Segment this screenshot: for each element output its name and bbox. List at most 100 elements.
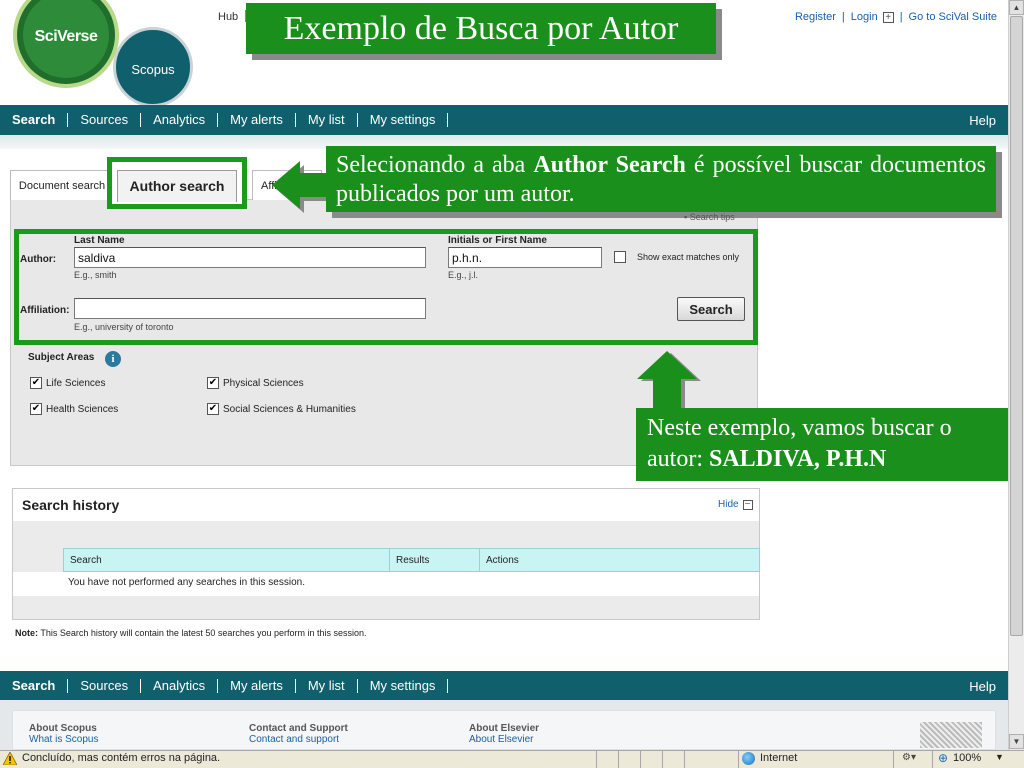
left-arrow-icon — [272, 161, 330, 213]
note-label: Note: — [15, 628, 38, 638]
scroll-down-icon[interactable]: ▼ — [1009, 734, 1024, 749]
divider — [738, 751, 739, 768]
footer-col-about-scopus: About Scopus What is Scopus — [29, 723, 98, 745]
exact-matches-checkbox[interactable] — [614, 251, 626, 263]
col-search: Search — [64, 549, 390, 571]
hide-history-link[interactable]: Hide − — [718, 499, 753, 510]
sciverse-logo[interactable]: SciVerse — [13, 0, 119, 88]
note-text: This Search history will contain the lat… — [38, 628, 367, 638]
scopus-logo-text: Scopus — [131, 62, 175, 77]
footer-col3-link[interactable]: About Elsevier — [469, 734, 539, 745]
footer-nav-sources[interactable]: Sources — [68, 679, 142, 693]
divider — [684, 751, 685, 768]
expand-plus-icon[interactable]: + — [882, 11, 894, 23]
tab-document-label: Document search — [18, 179, 106, 192]
footer-col1-link[interactable]: What is Scopus — [29, 734, 98, 745]
scopus-logo[interactable]: Scopus — [113, 27, 193, 107]
zone-label: Internet — [760, 752, 798, 764]
life-sciences-checkbox[interactable]: ✔ — [30, 377, 42, 389]
protected-mode-icon[interactable]: ⚙▾ — [902, 752, 916, 763]
nav-search[interactable]: Search — [0, 113, 69, 127]
footer-nav-search[interactable]: Search — [0, 679, 69, 693]
footer-col1-head: About Scopus — [29, 723, 97, 734]
hide-label: Hide — [718, 499, 739, 510]
nav-my-settings[interactable]: My settings — [358, 113, 449, 127]
zoom-dropdown-icon[interactable]: ▼ — [995, 752, 1004, 762]
col-actions: Actions — [486, 555, 519, 566]
nav-my-list[interactable]: My list — [296, 113, 358, 127]
internet-zone-icon — [742, 752, 755, 765]
tab-author-label: Author search — [117, 170, 237, 202]
health-sciences-checkbox[interactable]: ✔ — [30, 403, 42, 415]
divider — [932, 751, 933, 768]
nav-help[interactable]: Help — [969, 113, 1008, 128]
initials-hint: E.g., j.l. — [448, 270, 479, 280]
social-sciences-checkbox[interactable]: ✔ — [207, 403, 219, 415]
callout-2-bold: SALDIVA, P.H.N — [708, 446, 887, 472]
divider: | — [841, 11, 845, 23]
callout-1-text: Selecionando a aba — [336, 152, 534, 178]
search-tips-label: Search tips — [689, 212, 735, 222]
search-history-header — [13, 489, 759, 521]
scival-link[interactable]: Go to SciVal Suite — [909, 11, 997, 23]
affiliation-label: Affiliation: — [20, 305, 70, 316]
register-link[interactable]: Register — [795, 11, 836, 23]
initials-label: Initials or First Name — [448, 235, 547, 246]
last-name-input[interactable] — [74, 247, 426, 268]
footer-col-elsevier: About Elsevier About Elsevier — [469, 723, 539, 745]
divider — [596, 751, 597, 768]
info-icon[interactable]: i — [105, 351, 121, 367]
footer-col-contact: Contact and Support Contact and support — [249, 723, 348, 745]
title-banner: Exemplo de Busca por Autor — [246, 3, 716, 54]
footer-nav-my-list[interactable]: My list — [296, 679, 358, 693]
zoom-level[interactable]: 100% — [953, 752, 981, 764]
scroll-thumb[interactable] — [1010, 16, 1023, 636]
footer-nav-my-settings[interactable]: My settings — [358, 679, 449, 693]
author-search-callout: Selecionando a aba Author Search é possí… — [326, 146, 996, 212]
affiliation-hint: E.g., university of toronto — [74, 322, 174, 332]
footer-nav-help[interactable]: Help — [969, 679, 1008, 694]
history-table-header: Search Results Actions — [63, 548, 760, 572]
top-links: Register | Login + | Go to SciVal Suite — [795, 11, 997, 23]
footer-col3-head: About Elsevier — [469, 723, 540, 734]
divider — [618, 751, 619, 768]
nav-my-alerts[interactable]: My alerts — [218, 113, 296, 127]
exact-matches-label: Show exact matches only — [637, 252, 740, 262]
nav-sources[interactable]: Sources — [68, 113, 142, 127]
divider: | — [899, 11, 903, 23]
tab-author-search[interactable]: Author search — [107, 157, 247, 209]
scroll-up-icon[interactable]: ▲ — [1009, 0, 1024, 15]
affiliation-input[interactable] — [74, 298, 426, 319]
physical-sciences-label: Physical Sciences — [223, 378, 304, 389]
divider — [640, 751, 641, 768]
author-label: Author: — [20, 254, 57, 265]
search-history-title: Search history — [22, 497, 120, 513]
footer-nav-my-alerts[interactable]: My alerts — [218, 679, 296, 693]
zoom-icon[interactable]: ⊕ — [938, 751, 948, 765]
divider — [893, 751, 894, 768]
callout-1-bold: Author Search — [533, 152, 686, 178]
footer-col2-link[interactable]: Contact and support — [249, 734, 348, 745]
search-button[interactable]: Search — [677, 297, 745, 321]
search-button-label: Search — [689, 301, 733, 317]
nav-analytics[interactable]: Analytics — [141, 113, 219, 127]
tab-document-search[interactable]: Document search — [10, 170, 114, 200]
footer-nav: Search Sources Analytics My alerts My li… — [0, 671, 1008, 701]
physical-sciences-checkbox[interactable]: ✔ — [207, 377, 219, 389]
warning-icon[interactable] — [3, 752, 17, 765]
history-note: Note: This Search history will contain t… — [15, 628, 367, 638]
history-empty-message: You have not performed any searches in t… — [13, 572, 759, 596]
health-sciences-label: Health Sciences — [46, 404, 119, 415]
divider — [662, 751, 663, 768]
login-link[interactable]: Login — [851, 11, 878, 23]
last-name-hint: E.g., smith — [74, 270, 117, 280]
initials-input[interactable] — [448, 247, 602, 268]
author-example-callout: Neste exemplo, vamos buscar o autor: SAL… — [636, 408, 1024, 481]
elsevier-logo[interactable] — [920, 722, 982, 748]
subject-areas-title: Subject Areas — [28, 352, 95, 363]
up-arrow-icon — [637, 351, 701, 413]
hub-link[interactable]: Hub — [218, 11, 238, 23]
footer-nav-analytics[interactable]: Analytics — [141, 679, 219, 693]
social-sciences-label: Social Sciences & Humanities — [223, 404, 356, 415]
search-tips-link[interactable]: ▪ Search tips — [684, 212, 735, 222]
